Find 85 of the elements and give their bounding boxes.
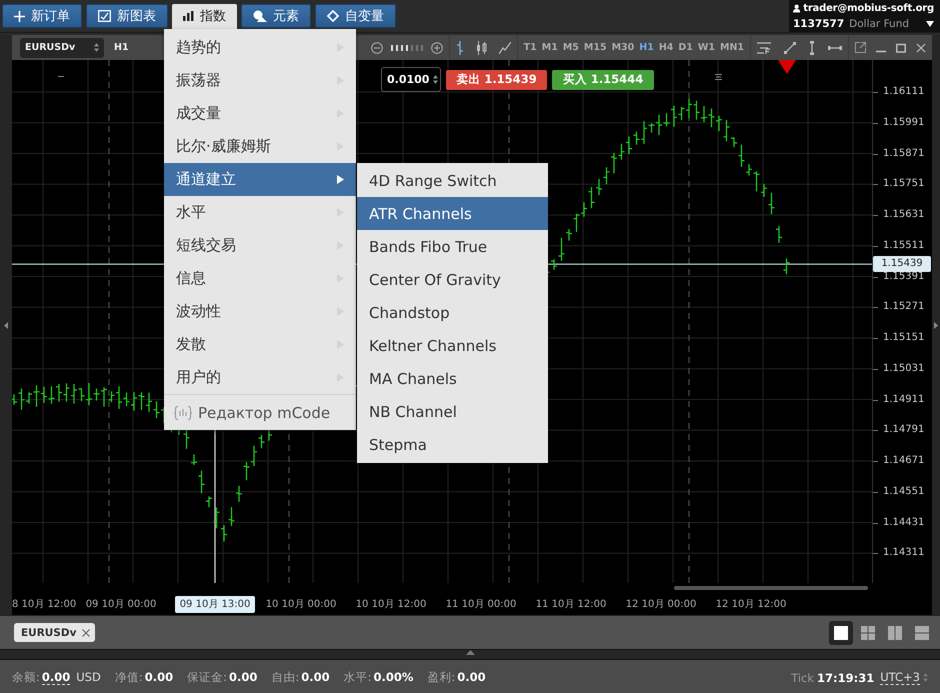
price-label: 1.15871: [873, 146, 932, 178]
status-label: 自由:: [271, 670, 300, 685]
time-label: 10 10月 12:00: [354, 598, 428, 611]
menu-item[interactable]: 短线交易: [164, 229, 356, 262]
menu-item[interactable]: 波动性: [164, 295, 356, 328]
price-label: 1.14671: [873, 454, 932, 485]
time-label: 12 10月 12:00: [714, 598, 788, 611]
menu-item[interactable]: Stepma: [357, 428, 548, 461]
account-number: 1137577: [793, 18, 844, 30]
menu-item[interactable]: Редактор mCode: [164, 394, 356, 430]
price-label: 1.15991: [873, 116, 932, 146]
currency-label: USD: [76, 670, 101, 684]
timeframe-tab[interactable]: MN1: [720, 42, 744, 53]
timeframe-tab[interactable]: H4: [658, 42, 674, 53]
status-value: 0.00: [228, 670, 258, 684]
status-label: 盈利:: [427, 670, 456, 685]
timezone-select[interactable]: UTC+3: [880, 670, 920, 685]
price-label: 1.14551: [873, 484, 932, 516]
timeframe-tab[interactable]: M5: [562, 42, 579, 53]
menu-item[interactable]: Center Of Gravity: [357, 263, 548, 296]
menu-item[interactable]: 信息: [164, 262, 356, 295]
menu-item[interactable]: 比尔·威廉姆斯: [164, 130, 356, 163]
time-label: 10 10月 00:00: [264, 598, 338, 611]
price-label: 1.16111: [873, 85, 932, 116]
symbol-select[interactable]: EURUSDv: [20, 38, 104, 58]
toolbar-button[interactable]: 元素: [241, 4, 311, 28]
price-label: 1.14911: [873, 392, 932, 424]
menu-item[interactable]: ATR Channels: [357, 197, 548, 230]
account-panel[interactable]: trader@mobius-soft.org 1137577 Dollar Fund: [789, 0, 940, 32]
current-price-badge: 1.15439: [873, 256, 931, 272]
timeframe-tab[interactable]: M15: [584, 42, 607, 53]
menu-item[interactable]: Chandstop: [357, 296, 548, 329]
price-label: 1.14311: [873, 546, 932, 577]
time-label: 8 10月 12:00: [12, 598, 76, 611]
status-value: 0.00: [457, 670, 486, 684]
menu-item[interactable]: MA Chanels: [357, 362, 548, 395]
timeframe-tab[interactable]: M1: [542, 42, 558, 53]
price-label: 1.15631: [873, 208, 932, 239]
period-label: H1: [114, 42, 129, 53]
status-value[interactable]: 0.00: [42, 670, 70, 685]
time-label: 11 10月 00:00: [444, 598, 518, 611]
timeframe-tab[interactable]: M30: [612, 42, 634, 53]
menu-item[interactable]: Keltner Channels: [357, 329, 548, 362]
account-name: Dollar Fund: [849, 18, 910, 30]
status-label: 保证金:: [187, 670, 227, 685]
status-value: 0.00%: [373, 670, 414, 684]
tick-label: Tick: [791, 670, 814, 684]
menu-item[interactable]: 成交量: [164, 97, 356, 130]
timeframe-tab[interactable]: D1: [678, 42, 693, 53]
crosshair-time-badge: 09 10月 13:00: [175, 596, 255, 613]
clock-time: 17:19:31: [817, 670, 874, 684]
status-label: 净值:: [114, 670, 143, 685]
price-label: 1.14791: [873, 423, 932, 454]
menu-item[interactable]: NB Channel: [357, 395, 548, 428]
time-label: 09 10月 00:00: [84, 598, 158, 611]
price-label: 1.15271: [873, 300, 932, 331]
menu-item[interactable]: 水平: [164, 196, 356, 229]
status-label: 水平:: [344, 670, 372, 685]
price-label: 1.15751: [873, 177, 932, 208]
price-label: 1.15151: [873, 331, 932, 362]
timeframe-tab[interactable]: T1: [524, 42, 537, 53]
toolbar-button[interactable]: 自变量: [315, 4, 396, 28]
toolbar-button[interactable]: 新图表: [86, 4, 168, 28]
timeframe-tab[interactable]: W1: [698, 42, 715, 53]
menu-item[interactable]: Bands Fibo True: [357, 230, 548, 263]
timeframe-tab[interactable]: H1: [639, 42, 654, 53]
time-label: 11 10月 12:00: [534, 598, 608, 611]
menu-item[interactable]: 通道建立: [164, 163, 356, 196]
menu-item[interactable]: 4D Range Switch: [357, 164, 548, 197]
price-label: 1.15391: [873, 270, 932, 300]
lot-size-field[interactable]: 0.0100: [381, 67, 441, 92]
status-value: 0.00: [144, 670, 174, 684]
sell-button[interactable]: 卖出 1.15439: [446, 70, 547, 90]
menu-item[interactable]: 发散: [164, 328, 356, 361]
time-label: 12 10月 00:00: [624, 598, 698, 611]
chart-tab[interactable]: EURUSDv: [14, 623, 96, 642]
menu-item[interactable]: 振荡器: [164, 64, 356, 97]
price-label: 1.15031: [873, 362, 932, 392]
account-email: trader@mobius-soft.org: [803, 3, 934, 14]
menu-item[interactable]: 趋势的: [164, 31, 356, 64]
status-label: 余额:: [12, 670, 40, 685]
toolbar-button[interactable]: 新订单: [2, 4, 82, 28]
price-label: 1.14431: [873, 516, 932, 546]
menu-item[interactable]: 用户的: [164, 361, 356, 394]
status-value: 0.00: [301, 670, 330, 684]
